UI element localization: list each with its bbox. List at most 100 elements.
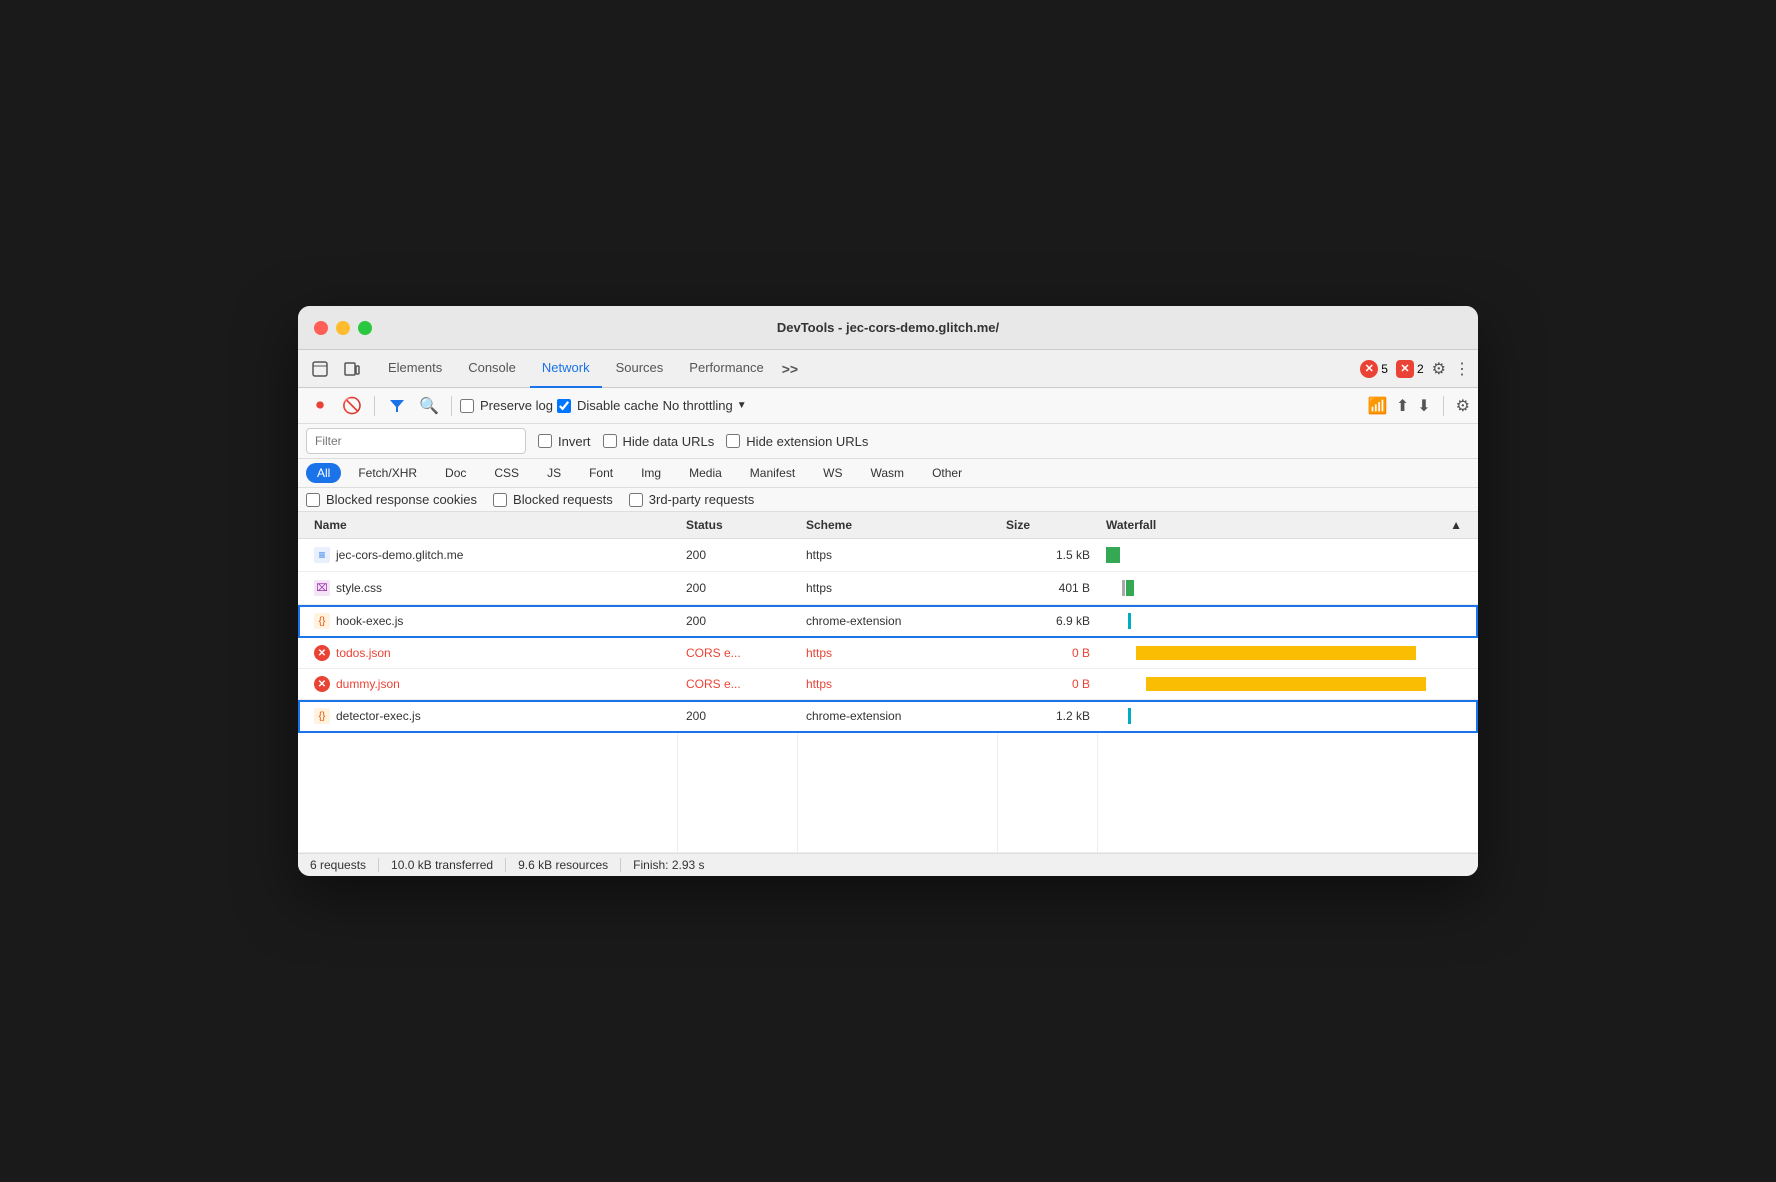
error-count-red[interactable]: ✕ 5: [1360, 360, 1388, 378]
blocked-response-cookies-input[interactable]: [306, 493, 320, 507]
table-row[interactable]: ✕ todos.json CORS e... https 0 B: [298, 638, 1478, 669]
row-waterfall: [1098, 572, 1470, 604]
blocked-response-cookies-checkbox[interactable]: Blocked response cookies: [306, 492, 477, 507]
wifi-icon[interactable]: 📶: [1368, 396, 1388, 416]
type-filter-all[interactable]: All: [306, 463, 341, 483]
type-filter-font[interactable]: Font: [578, 463, 624, 483]
th-scheme[interactable]: Scheme: [798, 512, 998, 538]
search-icon[interactable]: 🔍: [415, 392, 443, 420]
row-scheme: https: [798, 673, 998, 695]
table-row[interactable]: ⌧ style.css 200 https 401 B: [298, 572, 1478, 605]
close-button[interactable]: [314, 321, 328, 335]
preserve-log-checkbox[interactable]: Preserve log: [460, 398, 553, 413]
device-icon[interactable]: [338, 355, 366, 383]
row-name: ✕ dummy.json: [306, 672, 678, 696]
network-settings-icon[interactable]: ⚙: [1456, 396, 1470, 416]
hide-data-urls-input[interactable]: [603, 434, 617, 448]
error-icon: ✕: [314, 645, 330, 661]
transferred-size: 10.0 kB transferred: [379, 858, 506, 872]
inspector-icon[interactable]: [306, 355, 334, 383]
tab-network[interactable]: Network: [530, 350, 602, 388]
table-row[interactable]: ≡ jec-cors-demo.glitch.me 200 https 1.5 …: [298, 539, 1478, 572]
record-button[interactable]: ⏺: [306, 392, 334, 420]
js-icon: {}: [314, 613, 330, 629]
filter-icon[interactable]: [383, 392, 411, 420]
row-scheme: https: [798, 577, 998, 599]
row-size: 1.2 kB: [998, 705, 1098, 727]
row-size: 6.9 kB: [998, 610, 1098, 632]
throttle-label: No throttling: [663, 398, 733, 413]
type-filter-css[interactable]: CSS: [483, 463, 530, 483]
settings-icon[interactable]: ⚙: [1432, 359, 1446, 379]
blocked-requests-input[interactable]: [493, 493, 507, 507]
extra-filters: Blocked response cookies Blocked request…: [298, 488, 1478, 512]
error-count-orange[interactable]: ✕ 2: [1396, 360, 1424, 378]
row-name: ✕ todos.json: [306, 641, 678, 665]
type-filter-doc[interactable]: Doc: [434, 463, 477, 483]
type-filter-media[interactable]: Media: [678, 463, 733, 483]
table-row[interactable]: ✕ dummy.json CORS e... https 0 B: [298, 669, 1478, 700]
hide-extension-urls-input[interactable]: [726, 434, 740, 448]
th-size[interactable]: Size: [998, 512, 1098, 538]
th-waterfall[interactable]: Waterfall ▲: [1098, 512, 1470, 538]
network-table: Name Status Scheme Size Waterfall ▲ ≡ je…: [298, 512, 1478, 853]
download-icon[interactable]: ⬇: [1417, 396, 1430, 416]
type-filter-wasm[interactable]: Wasm: [860, 463, 916, 483]
tab-performance[interactable]: Performance: [677, 350, 775, 388]
hide-extension-urls-checkbox[interactable]: Hide extension URLs: [726, 434, 868, 449]
third-party-requests-input[interactable]: [629, 493, 643, 507]
third-party-requests-checkbox[interactable]: 3rd-party requests: [629, 492, 755, 507]
table-row[interactable]: {} detector-exec.js 200 chrome-extension…: [298, 700, 1478, 733]
waterfall-bar-green: [1106, 547, 1120, 563]
disable-cache-input[interactable]: [557, 399, 571, 413]
invert-checkbox[interactable]: Invert: [538, 434, 591, 449]
invert-input[interactable]: [538, 434, 552, 448]
row-status: CORS e...: [678, 642, 798, 664]
upload-icon[interactable]: ⬆: [1396, 396, 1409, 416]
toolbar-divider-2: [451, 396, 452, 416]
type-filter-other[interactable]: Other: [921, 463, 973, 483]
waterfall-bar-green: [1126, 580, 1134, 596]
error-icon-orange: ✕: [1396, 360, 1414, 378]
hide-data-urls-checkbox[interactable]: Hide data URLs: [603, 434, 715, 449]
type-filter-bar: All Fetch/XHR Doc CSS JS Font Img Media …: [298, 459, 1478, 488]
window-title: DevTools - jec-cors-demo.glitch.me/: [777, 320, 999, 335]
type-filter-ws[interactable]: WS: [812, 463, 853, 483]
more-options-icon[interactable]: ⋮: [1454, 359, 1470, 379]
disable-cache-checkbox[interactable]: Disable cache: [557, 398, 659, 413]
type-filter-fetch-xhr[interactable]: Fetch/XHR: [347, 463, 428, 483]
row-name: {} hook-exec.js: [306, 609, 678, 633]
type-filter-img[interactable]: Img: [630, 463, 672, 483]
type-filter-js[interactable]: JS: [536, 463, 572, 483]
row-size: 1.5 kB: [998, 544, 1098, 566]
tab-elements[interactable]: Elements: [376, 350, 454, 388]
table-header: Name Status Scheme Size Waterfall ▲: [298, 512, 1478, 539]
filter-bar: Invert Hide data URLs Hide extension URL…: [298, 424, 1478, 459]
blocked-requests-checkbox[interactable]: Blocked requests: [493, 492, 613, 507]
more-tabs-button[interactable]: >>: [778, 361, 802, 377]
waterfall-bar-gray: [1122, 580, 1125, 596]
clear-button[interactable]: 🚫: [338, 392, 366, 420]
traffic-lights: [314, 321, 372, 335]
throttle-select[interactable]: No throttling ▼: [663, 398, 747, 413]
maximize-button[interactable]: [358, 321, 372, 335]
th-status[interactable]: Status: [678, 512, 798, 538]
devtools-window: DevTools - jec-cors-demo.glitch.me/ Elem…: [298, 306, 1478, 876]
throttle-chevron: ▼: [737, 400, 747, 411]
minimize-button[interactable]: [336, 321, 350, 335]
preserve-log-input[interactable]: [460, 399, 474, 413]
type-filter-manifest[interactable]: Manifest: [739, 463, 806, 483]
tab-sources[interactable]: Sources: [604, 350, 676, 388]
row-size: 0 B: [998, 642, 1098, 664]
filter-input[interactable]: [306, 428, 526, 454]
th-name[interactable]: Name: [306, 512, 678, 538]
row-waterfall: [1098, 539, 1470, 571]
tab-right-area: ✕ 5 ✕ 2 ⚙ ⋮: [1360, 359, 1470, 379]
toolbar-divider-3: [1443, 396, 1444, 416]
css-icon: ⌧: [314, 580, 330, 596]
resources-size: 9.6 kB resources: [506, 858, 621, 872]
table-row[interactable]: {} hook-exec.js 200 chrome-extension 6.9…: [298, 605, 1478, 638]
waterfall-bar-teal: [1128, 613, 1131, 629]
tab-console[interactable]: Console: [456, 350, 528, 388]
main-toolbar: ⏺ 🚫 🔍 Preserve log Disable cache No thro…: [298, 388, 1478, 424]
